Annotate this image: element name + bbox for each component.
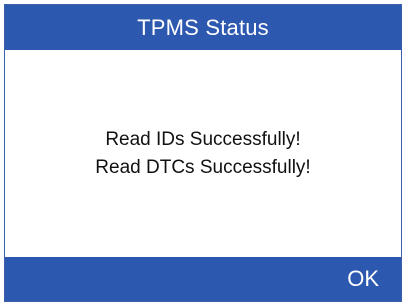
message-line-read-dtcs: Read DTCs Successfully! (95, 156, 311, 178)
title-bar: TPMS Status (5, 5, 401, 50)
message-area: Read IDs Successfully! Read DTCs Success… (5, 50, 401, 257)
message-line-read-ids: Read IDs Successfully! (105, 128, 301, 150)
tpms-status-screen: TPMS Status Read IDs Successfully! Read … (4, 4, 402, 302)
page-title: TPMS Status (137, 14, 269, 40)
ok-button[interactable]: OK (347, 257, 379, 301)
bottom-bar: OK (5, 257, 401, 301)
